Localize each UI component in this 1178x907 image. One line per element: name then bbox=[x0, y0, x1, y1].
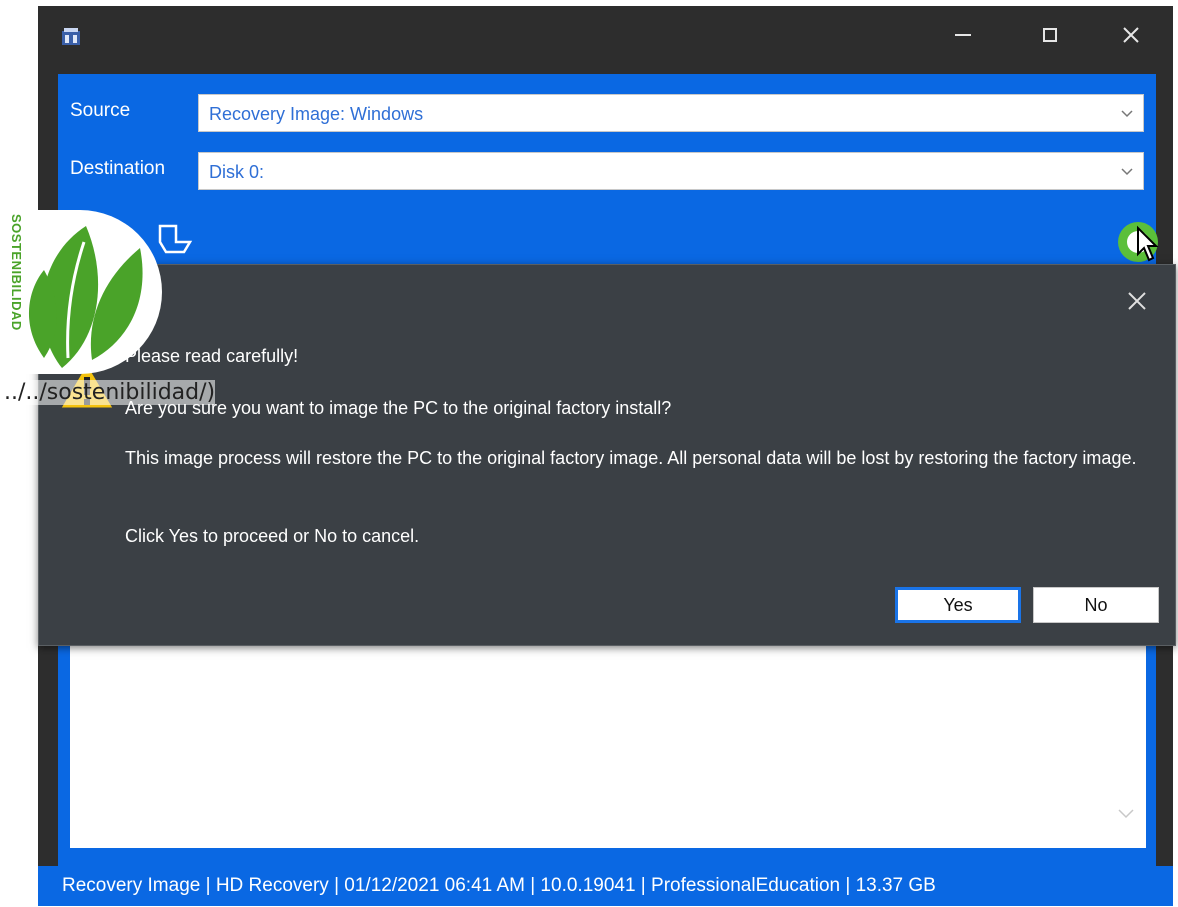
yes-button[interactable]: Yes bbox=[895, 587, 1021, 623]
chevron-down-icon[interactable] bbox=[1116, 806, 1136, 822]
maximize-icon bbox=[1043, 28, 1057, 42]
sustainability-leaf-logo bbox=[24, 210, 162, 374]
title-bar[interactable] bbox=[38, 6, 1173, 70]
status-bar: Recovery Image | HD Recovery | 01/12/202… bbox=[38, 866, 1173, 906]
source-select[interactable]: Recovery Image: Windows bbox=[198, 94, 1144, 132]
close-button[interactable] bbox=[1111, 18, 1151, 52]
no-button[interactable]: No bbox=[1033, 587, 1159, 623]
dialog-body: This image process will restore the PC t… bbox=[125, 448, 1137, 468]
sustainability-vertical-label: SOSTENIBILIDAD bbox=[9, 214, 24, 331]
confirmation-dialog: Please read carefully! Are you sure you … bbox=[38, 264, 1176, 646]
chevron-down-icon bbox=[1121, 110, 1133, 118]
destination-value: Disk 0: bbox=[209, 162, 265, 182]
chevron-down-icon bbox=[1121, 168, 1133, 176]
status-text: Recovery Image | HD Recovery | 01/12/202… bbox=[62, 875, 936, 896]
destination-select[interactable]: Disk 0: bbox=[198, 152, 1144, 190]
source-value: Recovery Image: Windows bbox=[209, 104, 424, 124]
minimize-button[interactable] bbox=[943, 18, 983, 52]
log-area[interactable] bbox=[70, 644, 1146, 848]
source-label: Source bbox=[70, 100, 131, 121]
maximize-button[interactable] bbox=[1030, 18, 1070, 52]
mouse-cursor-icon bbox=[1137, 225, 1159, 262]
destination-label: Destination bbox=[70, 158, 166, 179]
app-icon bbox=[62, 28, 80, 45]
sustainability-link[interactable]: ../../sostenibilidad/) bbox=[4, 380, 216, 405]
dialog-instruction: Click Yes to proceed or No to cancel. bbox=[125, 526, 420, 546]
close-icon[interactable] bbox=[1123, 287, 1151, 315]
minimize-icon bbox=[955, 34, 971, 36]
close-icon bbox=[1123, 27, 1139, 43]
